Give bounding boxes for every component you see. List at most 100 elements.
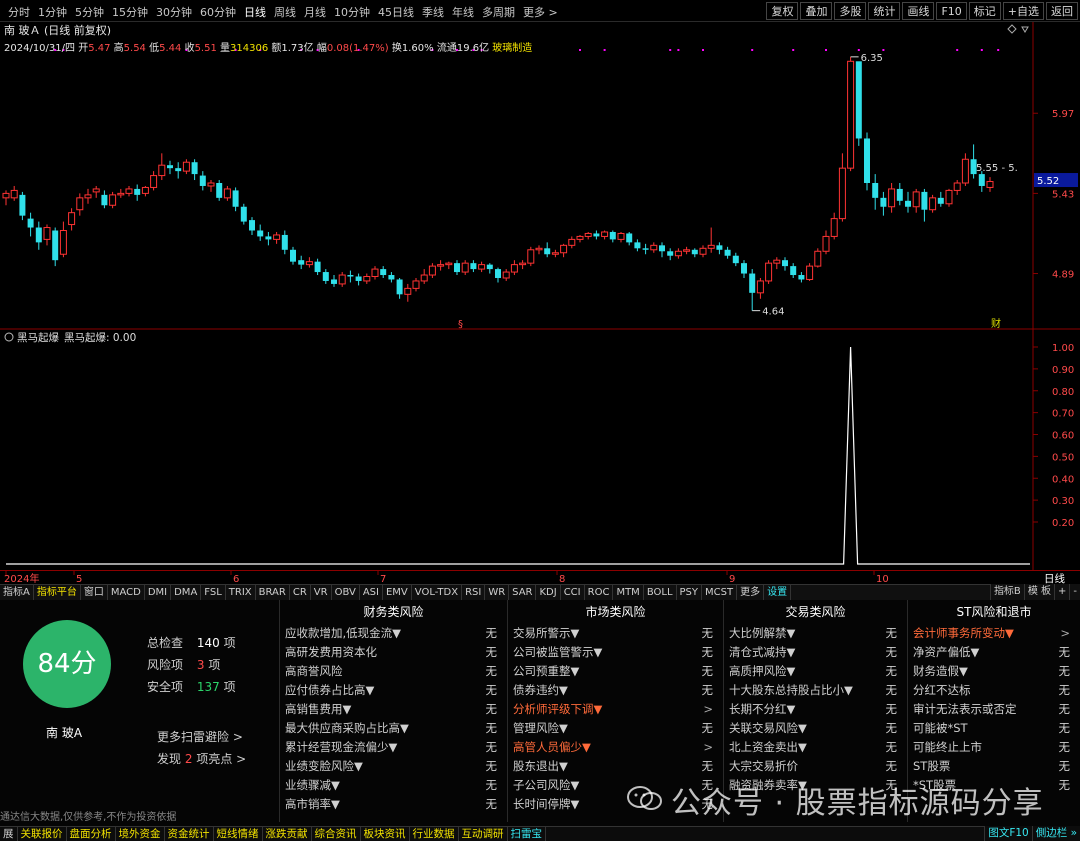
indicator-tab[interactable]: VOL-TDX [412,585,463,600]
risk-item[interactable]: 高研发费用资本化 无 [280,643,507,662]
risk-item[interactable]: 分析师评级下调▼ > [508,700,723,719]
indicator-tab[interactable]: EMV [383,585,412,600]
indicator-tab[interactable]: KDJ [536,585,561,600]
risk-item[interactable]: 清仓式减持▼ 无 [724,643,907,662]
risk-item[interactable]: 分红不达标 无 [908,681,1080,700]
period-tab[interactable]: 30分钟 [152,4,196,20]
indicator-tab[interactable]: 设置 [764,585,792,600]
period-tab[interactable]: 年线 [448,4,478,20]
toolbar-button[interactable]: 多股 [834,2,867,20]
toolbar-button[interactable]: 复权 [766,2,799,20]
toolbar-button[interactable]: 返回 [1046,2,1078,20]
period-tab[interactable]: 5分钟 [71,4,108,20]
status-tab[interactable]: 关联报价 [18,827,67,841]
indicator-tab[interactable]: BOLL [644,585,677,600]
period-tab[interactable]: 日线 [240,4,270,20]
indicator-tab[interactable]: CCI [561,585,585,600]
indicator-tab[interactable]: MACD [108,585,145,600]
period-tab[interactable]: 45日线 [374,4,418,20]
risk-item[interactable]: 业绩变脸风险▼ 无 [280,757,507,776]
period-tab[interactable]: 10分钟 [330,4,374,20]
status-right-tab[interactable]: 图文F10 [984,826,1031,841]
indicator-tab[interactable]: 指标平台 [34,585,81,600]
indicator-right-tab[interactable]: 指标B [989,584,1024,600]
status-right-tab[interactable]: 側边栏 » [1031,826,1080,841]
risk-item[interactable]: 大比例解禁▼ 无 [724,624,907,643]
toolbar-button[interactable]: +自选 [1002,2,1044,20]
status-tab[interactable]: 板块资讯 [361,827,410,841]
status-tab[interactable]: 综合资讯 [312,827,361,841]
status-tab[interactable]: 短线情绪 [214,827,263,841]
status-tab[interactable]: 展 [0,827,18,841]
status-tab[interactable]: 境外资金 [116,827,165,841]
risk-item[interactable]: 可能终止上市 无 [908,738,1080,757]
risk-item[interactable]: 公司被监管警示▼ 无 [508,643,723,662]
indicator-tab[interactable]: BRAR [256,585,290,600]
risk-item[interactable]: 十大股东总持股占比小▼ 无 [724,681,907,700]
indicator-tab[interactable]: VR [311,585,332,600]
indicator-right-tab[interactable]: + [1054,584,1070,600]
indicator-tab[interactable]: 窗口 [81,585,108,600]
status-tab[interactable]: 互动调研 [459,827,508,841]
indicator-tab[interactable]: CR [290,585,311,600]
indicator-chart[interactable]: 黑马起爆 黑马起爆: 0.00 1.00 0.90 0.80 0.70 0.60 0.50 0.… [0,330,1080,570]
risk-item[interactable]: 高商誉风险 无 [280,662,507,681]
toolbar-button[interactable]: 标记 [968,2,1001,20]
risk-item[interactable]: 会计师事务所变动▼ > [908,624,1080,643]
period-tab[interactable]: 60分钟 [196,4,240,20]
toolbar-button[interactable]: 画线 [902,2,935,20]
risk-item[interactable]: 应付债券占比高▼ 无 [280,681,507,700]
status-tab[interactable]: 扫雷宝 [508,827,546,841]
indicator-tab[interactable]: ROC [585,585,614,600]
status-tab[interactable]: 涨跌贡献 [263,827,312,841]
highlights-link[interactable]: 发现 2 项亮点 > [157,750,246,767]
more-scan-link[interactable]: 更多扫雷避险 > [157,728,243,745]
risk-item[interactable]: 关联交易风险▼ 无 [724,719,907,738]
risk-item[interactable]: 最大供应商采购占比高▼ 无 [280,719,507,738]
period-tab[interactable]: 15分钟 [108,4,152,20]
period-tab[interactable]: 季线 [418,4,448,20]
indicator-tab[interactable]: 更多 [737,585,765,600]
indicator-tab[interactable]: WR [485,585,510,600]
risk-item[interactable]: 财务造假▼ 无 [908,662,1080,681]
risk-item[interactable]: ST股票 无 [908,757,1080,776]
risk-item[interactable]: 可能被*ST 无 [908,719,1080,738]
kline-chart[interactable]: 5.97 5.43 4.89 5.52 6.35 4.64 5.55 - 5. § 财 [0,22,1080,330]
period-tab[interactable]: 月线 [300,4,330,20]
indicator-tab[interactable]: DMI [145,585,172,600]
toolbar-button[interactable]: 统计 [868,2,901,20]
indicator-tab[interactable]: OBV [332,585,360,600]
risk-item[interactable]: 大宗交易折价 无 [724,757,907,776]
indicator-tab[interactable]: DMA [171,585,202,600]
risk-item[interactable]: 应收款增加,低现金流▼ 无 [280,624,507,643]
period-tab[interactable]: 1分钟 [34,4,71,20]
indicator-toggle-icon[interactable] [4,332,14,342]
risk-item[interactable]: 长期不分红▼ 无 [724,700,907,719]
indicator-tab[interactable]: MCST [702,585,738,600]
indicator-tab[interactable]: MTM [613,585,644,600]
period-tab[interactable]: 分时 [4,4,34,20]
indicator-tab[interactable]: PSY [677,585,703,600]
risk-item[interactable]: 管理风险▼ 无 [508,719,723,738]
status-tab[interactable]: 资金统计 [165,827,214,841]
collapse-icon[interactable] [1021,26,1029,33]
risk-item[interactable]: 交易所警示▼ 无 [508,624,723,643]
industry-label[interactable]: 玻璃制造 [492,43,532,54]
diamond-icon[interactable] [1007,24,1017,34]
indicator-tab[interactable]: FSL [201,585,226,600]
toolbar-button[interactable]: 叠加 [800,2,833,20]
risk-item[interactable]: 高销售费用▼ 无 [280,700,507,719]
status-tab[interactable]: 行业数据 [410,827,459,841]
risk-item[interactable]: 北上资金卖出▼ 无 [724,738,907,757]
indicator-tab[interactable]: 指标A [0,585,34,600]
risk-item[interactable]: 高管人员偏少▼ > [508,738,723,757]
toolbar-button[interactable]: F10 [936,2,967,20]
risk-item[interactable]: 高质押风险▼ 无 [724,662,907,681]
period-tab[interactable]: 多周期 [478,4,519,20]
indicator-tab[interactable]: SAR [509,585,537,600]
risk-item[interactable]: 业绩骤减▼ 无 [280,776,507,795]
risk-item[interactable]: 审计无法表示或否定 无 [908,700,1080,719]
indicator-right-tab[interactable]: 模 板 [1023,584,1054,600]
period-tab[interactable]: 周线 [270,4,300,20]
indicator-right-tab[interactable]: - [1069,584,1080,600]
